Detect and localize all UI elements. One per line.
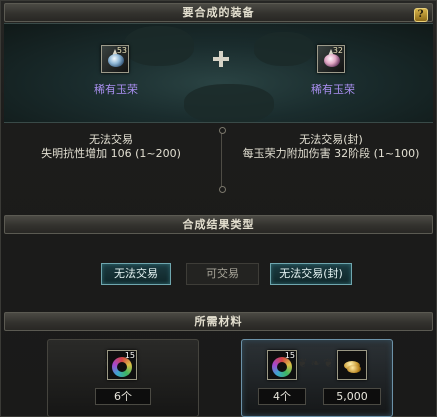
option-untradeable-sealed[interactable]: 无法交易(封) bbox=[270, 263, 352, 285]
gem-icon bbox=[108, 54, 124, 67]
equipment-banner bbox=[4, 23, 433, 123]
gem-icon bbox=[324, 54, 340, 67]
material-level: 15 bbox=[284, 351, 295, 360]
material-slot[interactable]: 15 bbox=[107, 350, 137, 380]
gold-amount: 5,000 bbox=[323, 388, 381, 405]
banner-rock-decoration bbox=[254, 32, 314, 66]
right-equipment-slot[interactable]: 32 bbox=[317, 45, 345, 73]
material-option-right[interactable]: ❦❧❦ bbox=[241, 339, 393, 417]
item-level: 53 bbox=[116, 46, 127, 55]
banner-rock-decoration bbox=[124, 26, 194, 66]
item-level: 32 bbox=[332, 46, 343, 55]
rainbow-material-icon bbox=[112, 357, 132, 377]
panel-watermark-ornament: ❦❧❦ bbox=[297, 356, 337, 370]
material-quantity: 4个 bbox=[258, 388, 306, 405]
banner-rock-decoration bbox=[184, 84, 274, 122]
equipment-section-header: 要合成的装备 ? bbox=[4, 3, 433, 22]
result-type-section-title: 合成结果类型 bbox=[182, 218, 255, 231]
right-item-name: 稀有玉荣 bbox=[311, 83, 355, 96]
left-item-name: 稀有玉荣 bbox=[94, 83, 138, 96]
help-button[interactable]: ? bbox=[414, 8, 428, 22]
gold-coin-icon bbox=[347, 365, 361, 373]
option-untradeable[interactable]: 无法交易 bbox=[101, 263, 171, 285]
material-quantity: 6个 bbox=[95, 388, 151, 405]
materials-section-title: 所需材料 bbox=[194, 315, 243, 328]
material-slot[interactable]: 15 bbox=[267, 350, 297, 380]
option-tradeable[interactable]: 可交易 bbox=[186, 263, 259, 285]
material-level: 15 bbox=[124, 351, 135, 360]
left-item-stat: 失明抗性增加 106 (1~200) bbox=[41, 147, 181, 160]
rainbow-material-icon bbox=[272, 357, 292, 377]
result-type-section-header: 合成结果类型 bbox=[4, 215, 433, 234]
left-item-info: 无法交易 失明抗性增加 106 (1~200) bbox=[26, 133, 196, 161]
right-trade-status: 无法交易(封) bbox=[299, 133, 363, 146]
right-item-stat: 每玉荣力附加伤害 32阶段 (1~100) bbox=[242, 147, 420, 160]
synthesis-window: 要合成的装备 ? 53 稀有玉荣 32 稀有玉荣 无法交易 失明抗性增加 106… bbox=[0, 0, 437, 417]
info-divider bbox=[219, 127, 226, 193]
left-equipment-slot[interactable]: 53 bbox=[101, 45, 129, 73]
equipment-section-title: 要合成的装备 bbox=[182, 6, 255, 19]
left-trade-status: 无法交易 bbox=[89, 133, 133, 146]
gold-slot[interactable] bbox=[337, 350, 367, 380]
right-item-info: 无法交易(封) 每玉荣力附加伤害 32阶段 (1~100) bbox=[227, 133, 435, 161]
plus-icon bbox=[211, 49, 231, 69]
materials-section-header: 所需材料 bbox=[4, 312, 433, 331]
